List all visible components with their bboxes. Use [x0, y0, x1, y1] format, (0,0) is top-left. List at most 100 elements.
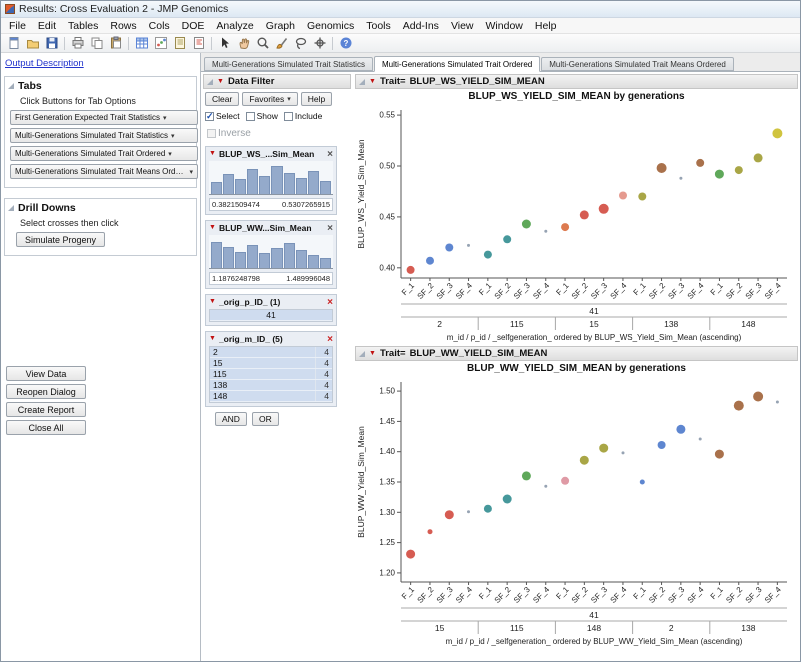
- report-tab-2[interactable]: Multi-Generations Simulated Trait Means …: [541, 57, 734, 71]
- chart-outline-header[interactable]: ▼ Trait= BLUP_WS_YIELD_SIM_MEAN: [355, 74, 798, 89]
- show-checkbox-box[interactable]: [245, 111, 255, 121]
- menu-view[interactable]: View: [445, 19, 480, 33]
- filter-value-row[interactable]: 115 4: [210, 369, 332, 380]
- select-checkbox-box[interactable]: [205, 111, 214, 122]
- menu-doe[interactable]: DOE: [176, 19, 211, 33]
- red-triangle-menu-icon[interactable]: ▼: [209, 298, 216, 306]
- svg-text:148: 148: [587, 623, 601, 633]
- checkbox-label: Show: [256, 111, 278, 121]
- paste-icon[interactable]: [107, 35, 124, 51]
- filter-value-row[interactable]: 15 4: [210, 358, 332, 369]
- checkbox-include[interactable]: Include: [283, 111, 322, 121]
- menu-graph[interactable]: Graph: [260, 19, 301, 33]
- checkbox-select[interactable]: Select: [205, 111, 240, 122]
- action-button-view-data[interactable]: View Data: [6, 366, 86, 381]
- action-button-reopen-dialog[interactable]: Reopen Dialog: [6, 384, 86, 399]
- script-icon[interactable]: [190, 35, 207, 51]
- tab-option-button-3[interactable]: Multi-Generations Simulated Trait Means …: [10, 164, 198, 179]
- menu-file[interactable]: File: [3, 19, 32, 33]
- action-button-close-all[interactable]: Close All: [6, 420, 86, 435]
- copy-icon[interactable]: [88, 35, 105, 51]
- lasso-icon[interactable]: [292, 35, 309, 51]
- filter-value-row[interactable]: 41: [210, 310, 332, 321]
- arrow-tool-icon[interactable]: [216, 35, 233, 51]
- open-folder-icon[interactable]: [24, 35, 41, 51]
- data-filter-outline-header[interactable]: ▼ Data Filter: [203, 74, 351, 89]
- output-description-link[interactable]: Output Description: [5, 58, 84, 69]
- disclosure-triangle-icon[interactable]: [359, 350, 365, 357]
- scatter-plot-0[interactable]: BLUP_WS_Yield_Sim_Mean 0.40 0.45 0.50 0.55 F_…: [355, 104, 795, 344]
- chart-outline-header[interactable]: ▼ Trait= BLUP_WW_YIELD_SIM_MEAN: [355, 346, 798, 361]
- tab-option-button-1[interactable]: Multi-Generations Simulated Trait Statis…: [10, 128, 198, 143]
- include-checkbox-box[interactable]: [283, 111, 293, 121]
- svg-text:SF_4: SF_4: [686, 585, 706, 605]
- svg-text:m_id / p_id / _selfgeneration_: m_id / p_id / _selfgeneration_ ordered b…: [446, 637, 743, 646]
- close-filter-icon[interactable]: ×: [327, 297, 333, 307]
- journal-icon[interactable]: [171, 35, 188, 51]
- filter-value-row[interactable]: 148 4: [210, 391, 332, 402]
- menu-help[interactable]: Help: [529, 19, 563, 33]
- disclosure-triangle-icon[interactable]: [8, 205, 14, 211]
- menu-edit[interactable]: Edit: [32, 19, 62, 33]
- menu-tables[interactable]: Tables: [62, 19, 104, 33]
- svg-text:m_id / p_id / _selfgeneration_: m_id / p_id / _selfgeneration_ ordered b…: [447, 333, 742, 342]
- filter-clear-button[interactable]: Clear: [205, 92, 240, 106]
- menu-genomics[interactable]: Genomics: [301, 19, 360, 33]
- print-icon[interactable]: [69, 35, 86, 51]
- new-journal-icon[interactable]: [5, 35, 22, 51]
- range-min-value[interactable]: 0.3821509474: [212, 200, 260, 209]
- close-filter-icon[interactable]: ×: [327, 334, 333, 344]
- red-triangle-menu-icon[interactable]: ▼: [217, 78, 224, 86]
- histogram-bar: [271, 165, 283, 194]
- disclosure-triangle-icon[interactable]: [8, 83, 14, 89]
- range-min-value[interactable]: 1.1876248798: [212, 274, 260, 283]
- report-tab-1[interactable]: Multi-Generations Simulated Trait Ordere…: [373, 56, 541, 72]
- menu-tools[interactable]: Tools: [360, 19, 397, 33]
- tab-option-button-0[interactable]: First Generation Expected Trait Statisti…: [10, 110, 198, 125]
- filter-value-row[interactable]: 138 4: [210, 380, 332, 391]
- checkbox-show[interactable]: Show: [245, 111, 278, 121]
- filter-histogram[interactable]: [209, 161, 333, 195]
- red-triangle-menu-icon[interactable]: ▼: [209, 150, 216, 158]
- brush-icon[interactable]: [273, 35, 290, 51]
- zoom-icon[interactable]: [254, 35, 271, 51]
- menu-analyze[interactable]: Analyze: [210, 19, 259, 33]
- disclosure-triangle-icon[interactable]: [207, 78, 213, 85]
- menu-addins[interactable]: Add-Ins: [397, 19, 445, 33]
- range-max-value[interactable]: 0.5307265915: [282, 200, 330, 209]
- red-triangle-menu-icon[interactable]: ▼: [369, 350, 376, 358]
- data-table-icon[interactable]: [133, 35, 150, 51]
- filter-favorites-button[interactable]: Favorites ▾: [242, 92, 298, 106]
- red-triangle-menu-icon[interactable]: ▼: [369, 78, 376, 86]
- hand-tool-icon[interactable]: [235, 35, 252, 51]
- graph-icon[interactable]: [152, 35, 169, 51]
- action-button-create-report[interactable]: Create Report: [6, 402, 86, 417]
- range-max-value[interactable]: 1.489996048: [286, 274, 330, 283]
- filter-value-row[interactable]: 24: [210, 347, 332, 358]
- title-bar: Results: Cross Evaluation 2 - JMP Genomi…: [1, 1, 800, 18]
- tabs-section-header[interactable]: Tabs: [8, 79, 193, 96]
- filter-value-count: 4: [315, 358, 329, 368]
- menu-cols[interactable]: Cols: [143, 19, 176, 33]
- report-tab-0[interactable]: Multi-Generations Simulated Trait Statis…: [204, 57, 373, 71]
- checkbox-inverse[interactable]: Inverse: [207, 128, 251, 139]
- red-triangle-menu-icon[interactable]: ▼: [209, 224, 216, 232]
- save-icon[interactable]: [43, 35, 60, 51]
- tab-option-button-2[interactable]: Multi-Generations Simulated Trait Ordere…: [10, 146, 198, 161]
- simulate-progeny-button[interactable]: Simulate Progeny: [16, 232, 106, 247]
- logic-or-button[interactable]: OR: [251, 412, 279, 426]
- help-icon[interactable]: ?: [337, 35, 354, 51]
- red-triangle-menu-icon[interactable]: ▼: [209, 335, 216, 343]
- menu-window[interactable]: Window: [480, 19, 529, 33]
- scatter-plot-1[interactable]: BLUP_WW_Yield_Sim_Mean 1.20 1.25 1.30 1.35 1.…: [355, 376, 795, 648]
- filter-help-button[interactable]: Help: [300, 92, 333, 106]
- filter-histogram[interactable]: [209, 235, 333, 269]
- crosshair-icon[interactable]: [311, 35, 328, 51]
- close-filter-icon[interactable]: ×: [327, 223, 333, 233]
- close-filter-icon[interactable]: ×: [327, 149, 333, 159]
- menu-rows[interactable]: Rows: [104, 19, 142, 33]
- disclosure-triangle-icon[interactable]: [359, 78, 365, 85]
- inverse-checkbox-box[interactable]: [207, 129, 216, 138]
- drill-downs-header[interactable]: Drill Downs: [8, 201, 193, 218]
- logic-and-button[interactable]: AND: [215, 412, 247, 426]
